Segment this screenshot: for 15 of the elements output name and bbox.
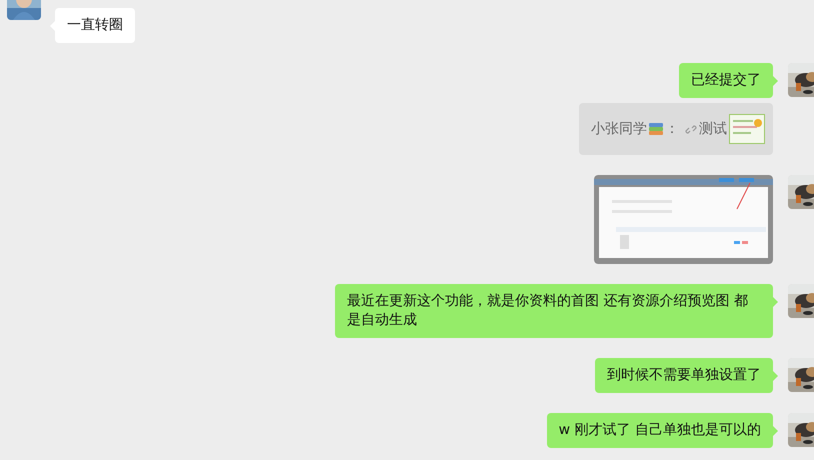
message-bubble: 到时候不需要单独设置了: [595, 358, 773, 393]
message-bubble: w 刚才试了 自己单独也是可以的: [546, 413, 773, 448]
message-bubble: 一直转圈: [55, 8, 135, 43]
link-icon: [685, 122, 697, 136]
quoted-message[interactable]: 小张同学 ： 测试: [579, 103, 773, 155]
books-icon: [649, 122, 663, 136]
separator: ：: [665, 120, 679, 138]
message-bubble: 最近在更新这个功能，就是你资料的首图 还有资源介绍预览图 都是自动生成: [335, 284, 773, 338]
sender-name: 小张同学: [591, 120, 647, 138]
message-bubble: 已经提交了: [679, 63, 773, 98]
bubble-tail: [773, 297, 778, 307]
bubble-tail: [773, 371, 778, 381]
bubble-tail: [773, 76, 778, 86]
bubble-tail: [773, 426, 778, 436]
link-title: 测试: [699, 120, 727, 138]
